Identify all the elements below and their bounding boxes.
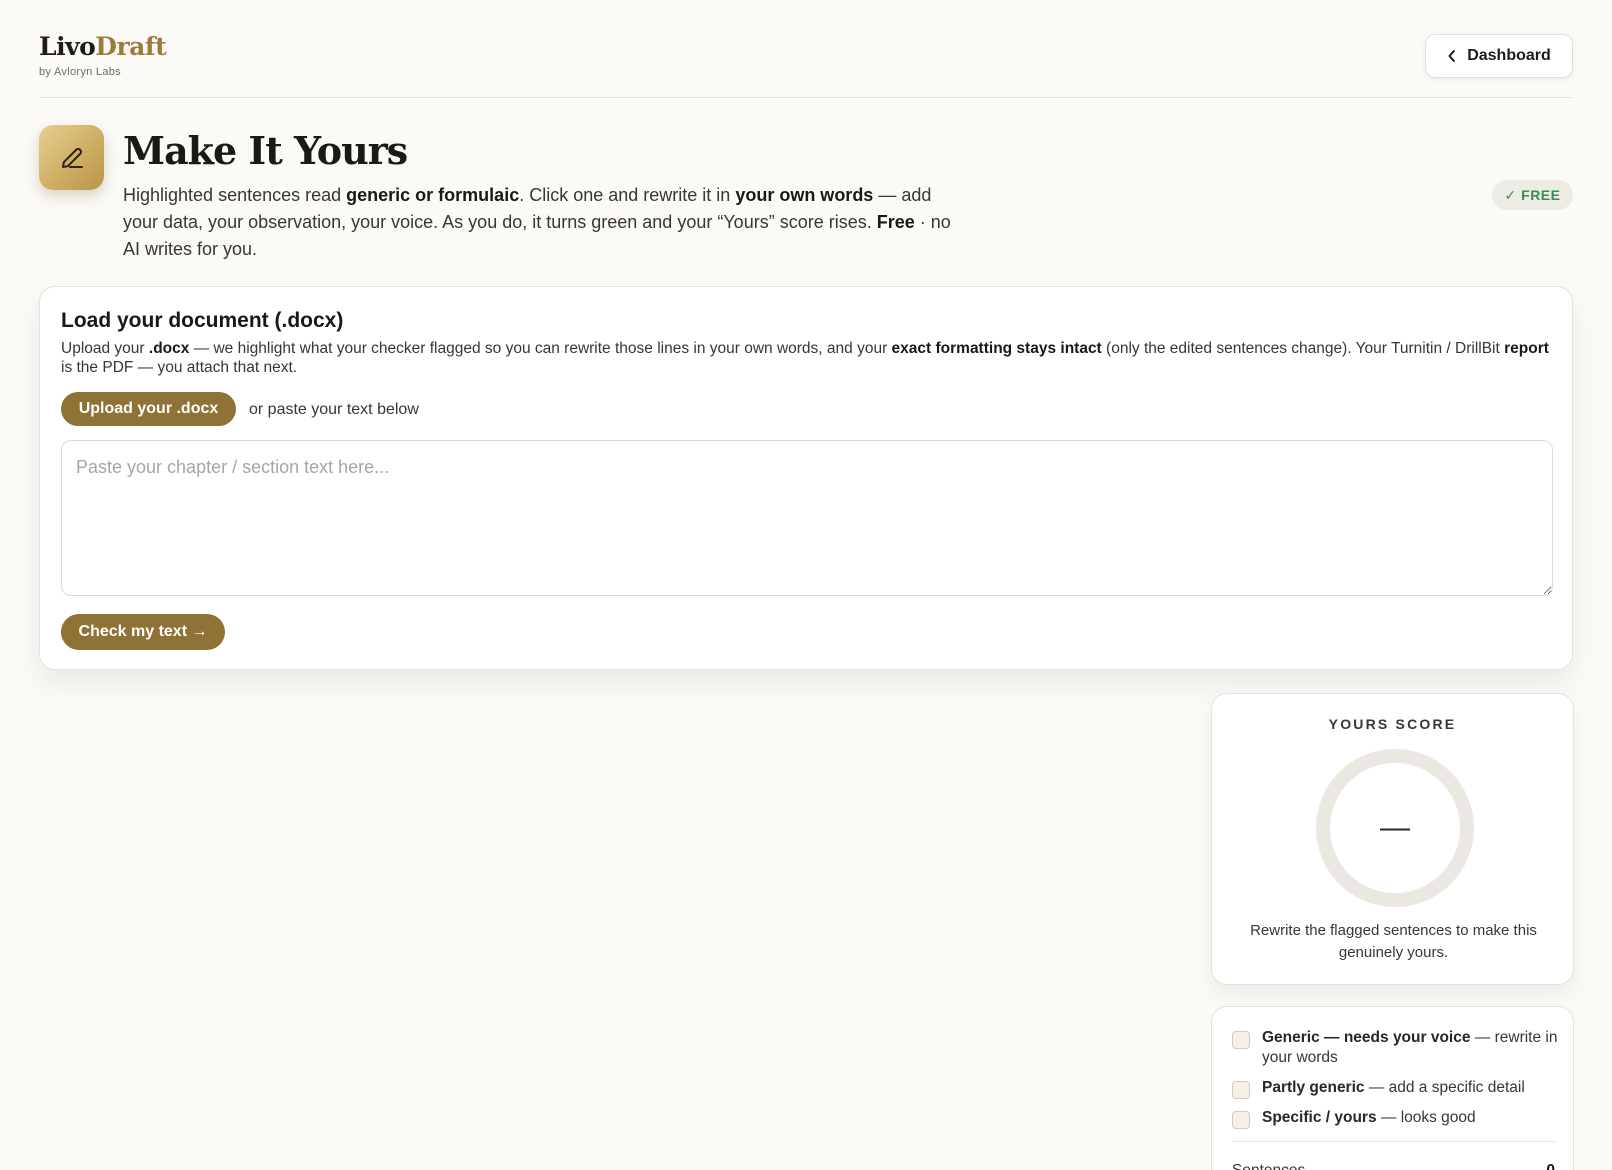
desc-text: — we highlight what your checker flagged… (189, 340, 892, 357)
logo-part-1: Livo (39, 32, 96, 61)
pen-icon-tile (39, 125, 104, 190)
desc-text: (only the edited sentences change). Your… (1101, 340, 1505, 357)
dashboard-button[interactable]: Dashboard (1425, 34, 1573, 78)
legend-item-partly-generic: Partly generic — add a specific detail (1232, 1078, 1562, 1099)
chevron-left-icon (1448, 50, 1456, 62)
pen-icon (61, 147, 83, 168)
legend-divider (1232, 1141, 1555, 1142)
desc-text: Upload your (61, 340, 149, 357)
or-paste-text: or paste your text below (249, 401, 419, 418)
desc-emphasis: exact formatting stays intact (891, 340, 1102, 357)
legend-text: Specific / yours — looks good (1262, 1108, 1476, 1129)
legend-item-generic: Generic — needs your voice — rewrite in … (1232, 1028, 1562, 1068)
brand-byline: by Avloryn Labs (39, 66, 121, 78)
upload-docx-button[interactable]: Upload your .docx (61, 392, 236, 426)
legend-item-specific: Specific / yours — looks good (1232, 1108, 1562, 1129)
desc-text: is the PDF — you attach that next. (61, 359, 298, 376)
paste-text-input[interactable] (61, 440, 1553, 596)
legend-swatch (1232, 1031, 1250, 1049)
score-value: — (1380, 811, 1410, 844)
sentences-stat: Sentences 0 (1232, 1162, 1555, 1170)
legend-swatch (1232, 1111, 1250, 1129)
free-badge: ✓ FREE (1492, 180, 1573, 210)
load-card-title: Load your document (.docx) (61, 309, 344, 332)
logo-part-2: Draft (95, 32, 167, 61)
desc-text: Highlighted sentences read (123, 185, 347, 205)
legend-rest: — looks good (1376, 1109, 1476, 1126)
dashboard-label: Dashboard (1467, 47, 1551, 64)
desc-emphasis: report (1504, 340, 1549, 357)
legend-text: Partly generic — add a specific detail (1262, 1078, 1525, 1099)
stat-label: Sentences (1232, 1162, 1305, 1170)
legend-card: Generic — needs your voice — rewrite in … (1211, 1006, 1574, 1170)
yours-score-card: YOURS SCORE — Rewrite the flagged senten… (1211, 693, 1574, 985)
desc-emphasis: your own words (735, 185, 874, 205)
stat-value: 0 (1546, 1162, 1555, 1170)
desc-text: . Click one and rewrite it in (519, 185, 736, 205)
desc-emphasis: Free (876, 212, 915, 232)
check-text-button[interactable]: Check my text → (61, 614, 225, 650)
legend-bold: Generic — needs your voice (1262, 1029, 1471, 1046)
score-label: YOURS SCORE (1328, 716, 1457, 732)
top-bar: LivoDraft by Avloryn Labs Dashboard (39, 0, 1573, 98)
load-card-description: Upload your .docx — we highlight what yo… (61, 339, 1556, 377)
desc-emphasis: generic or formulaic (346, 185, 520, 205)
load-document-card: Load your document (.docx) Upload your .… (39, 286, 1573, 670)
desc-emphasis: .docx (148, 340, 190, 357)
page-description: Highlighted sentences read generic or fo… (123, 182, 953, 263)
legend-bold: Specific / yours (1262, 1109, 1377, 1126)
legend-swatch (1232, 1081, 1250, 1099)
score-note: Rewrite the flagged sentences to make th… (1250, 922, 1537, 961)
legend-text: Generic — needs your voice — rewrite in … (1262, 1028, 1562, 1068)
brand-logo[interactable]: LivoDraft (39, 32, 167, 61)
legend-rest: — add a specific detail (1364, 1079, 1525, 1096)
page-title: Make It Yours (123, 128, 408, 173)
legend-bold: Partly generic (1262, 1079, 1365, 1096)
